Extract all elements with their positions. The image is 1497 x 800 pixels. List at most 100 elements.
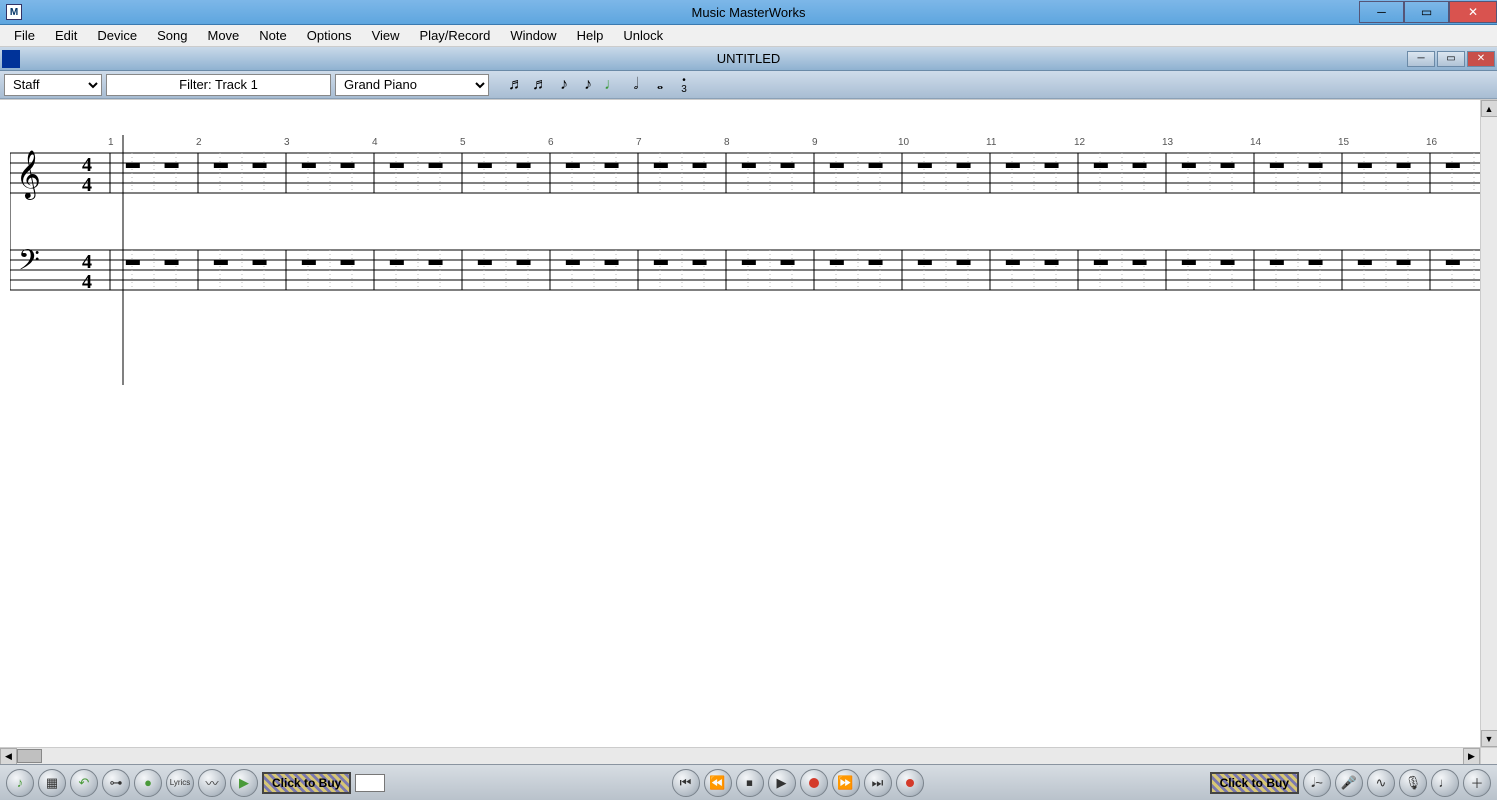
vertical-scrollbar[interactable]: ▲ ▼ [1480,100,1497,747]
scroll-corner [1480,747,1497,764]
tempo-tool-button[interactable]: 𝅘𝅥~ [1303,769,1331,797]
buy-button-left[interactable]: Click to Buy [262,772,351,794]
score-canvas[interactable]: 1 2 3 4 5 6 7 8 9 10 11 12 13 14 15 16 [0,100,1480,747]
svg-text:15: 15 [1338,137,1350,148]
grid-tool-button[interactable]: ▦ [38,769,66,797]
svg-text:7: 7 [636,137,642,148]
svg-text:5: 5 [460,137,466,148]
menu-edit[interactable]: Edit [45,26,87,45]
bass-clef-icon: 𝄢 [18,246,40,283]
instrument-select[interactable]: Grand Piano [335,74,489,96]
menu-view[interactable]: View [362,26,410,45]
treble-timesig-top: 4 [82,154,92,176]
fast-forward-button[interactable]: ⏩ [832,769,860,797]
menu-device[interactable]: Device [87,26,147,45]
menu-unlock[interactable]: Unlock [613,26,673,45]
document-titlebar: UNTITLED ─ ▭ ✕ [0,47,1497,71]
half-note-icon[interactable]: 𝅗𝅥 [625,74,647,96]
transport-controls: ⏮ ⏪ ⏹ ▶ ⏩ ⏭ [672,769,924,797]
document-title: UNTITLED [717,51,781,66]
svg-text:6: 6 [548,137,554,148]
mic2-tool-button[interactable]: 🎙 [1399,769,1427,797]
sixteenth-note-icon[interactable]: ♬ [529,74,551,96]
app-icon: M [6,4,22,20]
wave-tool-button[interactable]: 〰 [198,769,226,797]
window-titlebar: M Music MasterWorks ─ ▭ ✕ [0,0,1497,25]
metronome-tool-button[interactable]: ♩ [1431,769,1459,797]
svg-text:16: 16 [1426,137,1438,148]
track-filter-label: Filter: Track 1 [179,77,258,92]
menu-help[interactable]: Help [567,26,614,45]
link-tool-button[interactable]: ⊶ [102,769,130,797]
bass-timesig-bottom: 4 [82,271,92,293]
bottom-toolbar: ♪ ▦ ↶ ⊶ ● Lyrics 〰 ▶ Click to Buy ⏮ ⏪ ⏹ … [0,764,1497,800]
doc-maximize-button[interactable]: ▭ [1437,51,1465,67]
note-tool-button[interactable]: ♪ [6,769,34,797]
note-duration-tools: ♬ ♬ ♪ ♪ ♩ 𝅗𝅥 𝅝 •3 [505,74,695,96]
stop-button[interactable]: ⏹ [736,769,764,797]
doc-minimize-button[interactable]: ─ [1407,51,1435,67]
svg-text:13: 13 [1162,137,1174,148]
skip-end-button[interactable]: ⏭ [864,769,892,797]
menu-play-record[interactable]: Play/Record [410,26,501,45]
menu-window[interactable]: Window [500,26,566,45]
color-swatch[interactable] [355,774,385,792]
scroll-left-icon[interactable]: ◀ [0,748,17,765]
scroll-up-icon[interactable]: ▲ [1481,100,1497,117]
bass-staff [10,250,1480,290]
doc-close-button[interactable]: ✕ [1467,51,1495,67]
scroll-down-icon[interactable]: ▼ [1481,730,1497,747]
menu-file[interactable]: File [4,26,45,45]
svg-text:2: 2 [196,137,202,148]
scroll-right-icon[interactable]: ▶ [1463,748,1480,765]
quarter-note-icon[interactable]: ♩ [601,74,623,96]
menu-song[interactable]: Song [147,26,197,45]
buy-button-right[interactable]: Click to Buy [1210,772,1299,794]
hscroll-thumb[interactable] [17,749,42,763]
menu-note[interactable]: Note [249,26,296,45]
svg-text:10: 10 [898,137,910,148]
svg-text:11: 11 [986,137,997,148]
eighth-note-icon[interactable]: ♪ [553,74,575,96]
measure-numbers: 1 2 3 4 5 6 7 8 9 10 11 12 13 14 15 16 [108,137,1438,148]
svg-text:3: 3 [284,137,290,148]
mic-tool-button[interactable]: 🎤 [1335,769,1363,797]
treble-clef-icon: 𝄞 [16,150,41,200]
view-select[interactable]: Staff [4,74,102,96]
window-title: Music MasterWorks [692,5,806,20]
record-loop-button[interactable] [896,769,924,797]
skip-start-button[interactable]: ⏮ [672,769,700,797]
record-button[interactable] [800,769,828,797]
svg-text:9: 9 [812,137,818,148]
tune-tool-button[interactable]: ∿ [1367,769,1395,797]
triplet-icon[interactable]: •3 [673,74,695,96]
lyrics-tool-button[interactable]: Lyrics [166,769,194,797]
track-filter[interactable]: Filter: Track 1 [106,74,331,96]
play-green-button[interactable]: ▶ [230,769,258,797]
svg-text:12: 12 [1074,137,1086,148]
svg-text:1: 1 [108,137,114,148]
close-button[interactable]: ✕ [1449,1,1497,23]
document-icon [2,50,20,68]
dot-tool-button[interactable]: ● [134,769,162,797]
menu-bar: File Edit Device Song Move Note Options … [0,25,1497,47]
play-button[interactable]: ▶ [768,769,796,797]
main-toolbar: Staff Filter: Track 1 Grand Piano ♬ ♬ ♪ … [0,71,1497,99]
add-tool-button[interactable]: ＋ [1463,769,1491,797]
menu-options[interactable]: Options [297,26,362,45]
eighth-note-2-icon[interactable]: ♪ [577,74,599,96]
thirtysecond-note-icon[interactable]: ♬ [505,74,527,96]
svg-text:8: 8 [724,137,730,148]
buy-label-right: Click to Buy [1220,776,1289,790]
maximize-button[interactable]: ▭ [1404,1,1449,23]
svg-text:14: 14 [1250,137,1262,148]
undo-button[interactable]: ↶ [70,769,98,797]
rewind-button[interactable]: ⏪ [704,769,732,797]
svg-text:4: 4 [372,137,378,148]
treble-staff [10,153,1480,193]
menu-move[interactable]: Move [197,26,249,45]
whole-note-icon[interactable]: 𝅝 [649,74,671,96]
minimize-button[interactable]: ─ [1359,1,1404,23]
horizontal-scrollbar[interactable]: ◀ ▶ [0,747,1480,764]
treble-timesig-bottom: 4 [82,174,92,196]
